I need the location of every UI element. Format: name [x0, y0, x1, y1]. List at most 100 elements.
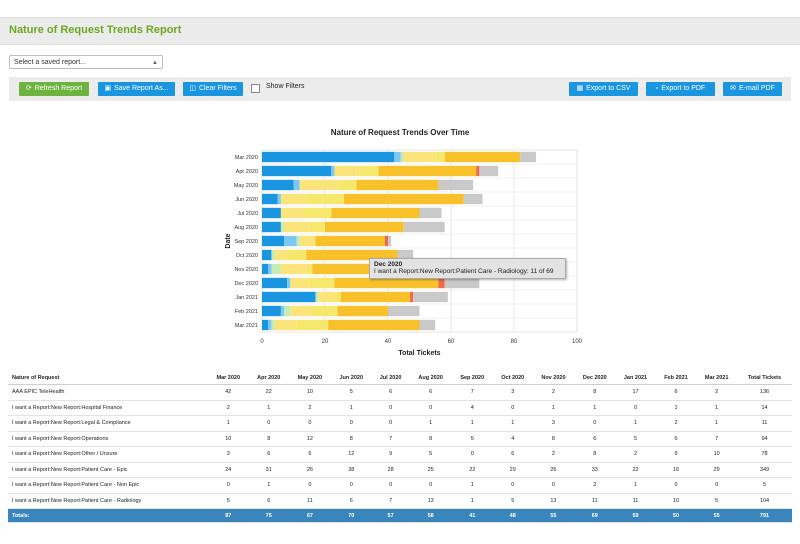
table-cell: 24	[207, 462, 249, 478]
table-cell: 7	[451, 384, 493, 401]
table-cell: 0	[492, 400, 533, 416]
table-cell: 38	[330, 462, 372, 478]
column-header[interactable]: Apr 2020	[248, 371, 289, 385]
table-icon: ▦	[576, 85, 584, 92]
table-cell: 22	[248, 384, 289, 401]
bar-segment	[284, 305, 291, 317]
bar-segment	[359, 165, 379, 177]
column-header[interactable]: Dec 2020	[574, 371, 616, 385]
table-cell: 5	[615, 431, 656, 447]
table-cell: 0	[288, 415, 331, 432]
table-cell: 94	[737, 431, 792, 447]
table-cell: 3	[207, 446, 249, 463]
refresh-report-button[interactable]: ⟳ Refresh Report	[19, 82, 89, 96]
table-row: I want a Report:New Report:Legal & Compl…	[8, 415, 792, 432]
bar-segment	[444, 151, 521, 163]
table-cell: 8	[532, 431, 575, 447]
title-bar: Nature of Request Trends Report	[0, 17, 800, 45]
table-cell: 78	[737, 446, 792, 463]
column-header[interactable]: Mar 2020	[207, 371, 249, 385]
table-cell: 8	[574, 384, 616, 401]
table-cell: 1	[696, 400, 737, 416]
bar-segment	[274, 319, 297, 331]
bar-segment	[262, 235, 285, 247]
bar-segment	[299, 235, 316, 247]
table-row: I want a Report:New Report:Patient Care …	[8, 493, 792, 509]
clear-filters-button[interactable]: ◫ Clear Filters	[183, 82, 243, 96]
totals-cell: 69	[574, 508, 616, 523]
column-header[interactable]: Jul 2020	[371, 371, 410, 385]
bar-segment	[419, 207, 442, 219]
select-arrows-icon: ▲	[152, 60, 158, 66]
table-row: I want a Report:New Report:Operations 10 8…	[8, 431, 792, 447]
bar-segment	[463, 193, 483, 205]
table-cell: 10	[696, 446, 737, 463]
column-header[interactable]: Jun 2020	[330, 371, 372, 385]
table-cell: 2	[288, 400, 331, 416]
bar-segment	[262, 165, 332, 177]
column-header[interactable]: Feb 2021	[655, 371, 697, 385]
table-cell: 1	[409, 415, 452, 432]
export-pdf-button[interactable]: ▫ Export to PDF	[646, 82, 715, 96]
column-header[interactable]: Oct 2020	[492, 371, 533, 385]
table-cell: 11	[288, 493, 331, 509]
table-cell: 5	[451, 431, 493, 447]
table-row: I want a Report:New Report:Patient Care …	[8, 477, 792, 494]
column-header[interactable]: Total Tickets	[737, 371, 792, 385]
bar-segment	[419, 319, 436, 331]
table-cell: 6	[248, 493, 289, 509]
bar-segment	[284, 235, 297, 247]
column-header[interactable]: Aug 2020	[409, 371, 452, 385]
bar-segment	[309, 305, 338, 317]
row-label: I want a Report:New Report:Hospital Fina…	[8, 400, 208, 416]
table-row: I want a Report:New Report:Hospital Fina…	[8, 400, 792, 416]
totals-cell: 48	[492, 508, 533, 523]
table-cell: 1	[574, 400, 616, 416]
bar-segment	[315, 291, 319, 303]
row-label: AAA EPIC TeleHealth	[8, 384, 208, 401]
totals-row: Totals: 87 75 67 70 57 58 41 48 55 69 59 50 55 791	[8, 508, 792, 523]
table-cell: 0	[330, 477, 372, 494]
trash-icon: ◫	[189, 85, 196, 92]
save-report-as-button[interactable]: ▣ Save Report As...	[98, 82, 175, 96]
bar-segment	[309, 277, 335, 289]
column-header[interactable]: May 2020	[288, 371, 331, 385]
x-tick-label: 40	[385, 339, 392, 345]
bar-segment	[334, 165, 360, 177]
table-cell: 13	[532, 493, 575, 509]
column-header[interactable]: Mar 2021	[696, 371, 737, 385]
export-csv-button[interactable]: ▦ Export to CSV	[569, 82, 638, 96]
column-header-nature[interactable]: Nature of Request	[8, 371, 208, 385]
email-pdf-button[interactable]: ✉ E-mail PDF	[723, 82, 782, 96]
bar-segment	[413, 291, 448, 303]
column-header[interactable]: Sep 2020	[451, 371, 493, 385]
y-tick-label: Jan 2021	[235, 295, 258, 301]
y-tick-label: Apr 2020	[236, 169, 258, 175]
column-header[interactable]: Nov 2020	[532, 371, 575, 385]
table-cell: 5	[696, 493, 737, 509]
bar-segment	[290, 277, 310, 289]
saved-report-select[interactable]: Select a saved report... ▲	[9, 55, 163, 69]
table-cell: 8	[574, 446, 616, 463]
table-cell: 2	[696, 384, 737, 401]
table-cell: 0	[451, 446, 493, 463]
bar-segment	[334, 291, 341, 303]
table-cell: 136	[737, 384, 792, 401]
table-cell: 6	[248, 446, 289, 463]
bar-segment	[280, 305, 285, 317]
bar-segment	[262, 263, 269, 275]
table-cell: 4	[451, 400, 493, 416]
x-tick-label: 100	[572, 339, 583, 345]
table-cell: 2	[615, 446, 656, 463]
bar-segment	[337, 179, 357, 191]
table-cell: 2	[532, 446, 575, 463]
table-cell: 14	[737, 400, 792, 416]
table-cell: 12	[288, 431, 331, 447]
table-cell: 1	[330, 400, 372, 416]
table-cell: 1	[696, 415, 737, 432]
column-header[interactable]: Jan 2021	[615, 371, 656, 385]
table-cell: 0	[492, 477, 533, 494]
table-cell: 13	[409, 493, 452, 509]
show-filters-checkbox[interactable]	[251, 84, 260, 93]
bar-segment	[306, 263, 313, 275]
